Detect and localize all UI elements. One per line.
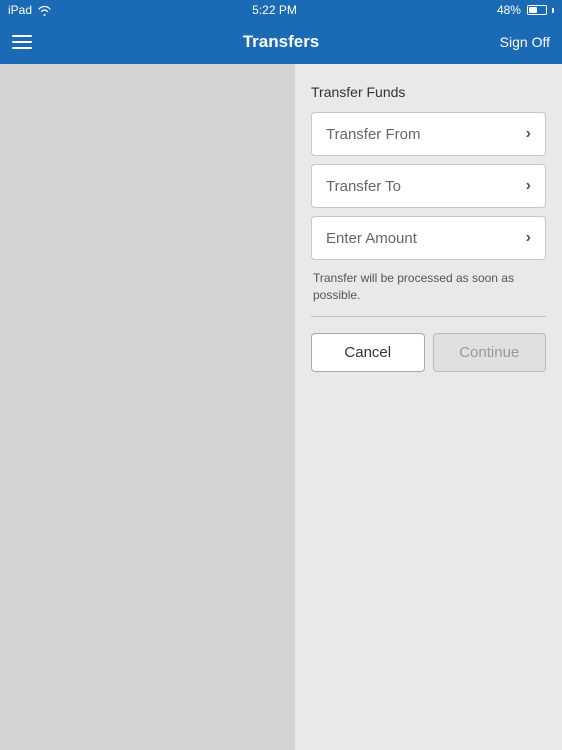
main-content: Transfer Funds Transfer From › Transfer … xyxy=(0,64,562,750)
menu-button[interactable] xyxy=(12,35,32,49)
menu-line-1 xyxy=(12,35,32,37)
menu-line-2 xyxy=(12,41,32,43)
page-title: Transfers xyxy=(243,32,320,52)
transfer-from-chevron-icon: › xyxy=(526,125,531,143)
battery-percent: 48% xyxy=(497,3,521,17)
continue-button[interactable]: Continue xyxy=(433,333,547,372)
status-left: iPad xyxy=(8,3,52,17)
battery-icon xyxy=(527,5,547,15)
right-panel: Transfer Funds Transfer From › Transfer … xyxy=(295,64,562,750)
info-text: Transfer will be processed as soon as po… xyxy=(313,270,544,304)
nav-bar: Transfers Sign Off xyxy=(0,20,562,64)
status-bar: iPad 5:22 PM 48% xyxy=(0,0,562,20)
enter-amount-row[interactable]: Enter Amount › xyxy=(311,216,546,260)
menu-line-3 xyxy=(12,47,32,49)
buttons-row: Cancel Continue xyxy=(311,333,546,372)
wifi-icon xyxy=(37,5,52,16)
transfer-to-row[interactable]: Transfer To › xyxy=(311,164,546,208)
enter-amount-label: Enter Amount xyxy=(326,230,417,247)
device-label: iPad xyxy=(8,3,32,17)
transfer-to-label: Transfer To xyxy=(326,178,401,195)
status-right: 48% xyxy=(497,3,554,17)
signoff-button[interactable]: Sign Off xyxy=(500,34,550,50)
section-title: Transfer Funds xyxy=(311,84,546,100)
enter-amount-chevron-icon: › xyxy=(526,229,531,247)
battery-tip xyxy=(552,8,554,13)
divider xyxy=(311,316,546,317)
status-time: 5:22 PM xyxy=(252,3,297,17)
transfer-from-row[interactable]: Transfer From › xyxy=(311,112,546,156)
cancel-button[interactable]: Cancel xyxy=(311,333,425,372)
sidebar-area xyxy=(0,64,295,750)
transfer-to-chevron-icon: › xyxy=(526,177,531,195)
transfer-from-label: Transfer From xyxy=(326,126,420,143)
